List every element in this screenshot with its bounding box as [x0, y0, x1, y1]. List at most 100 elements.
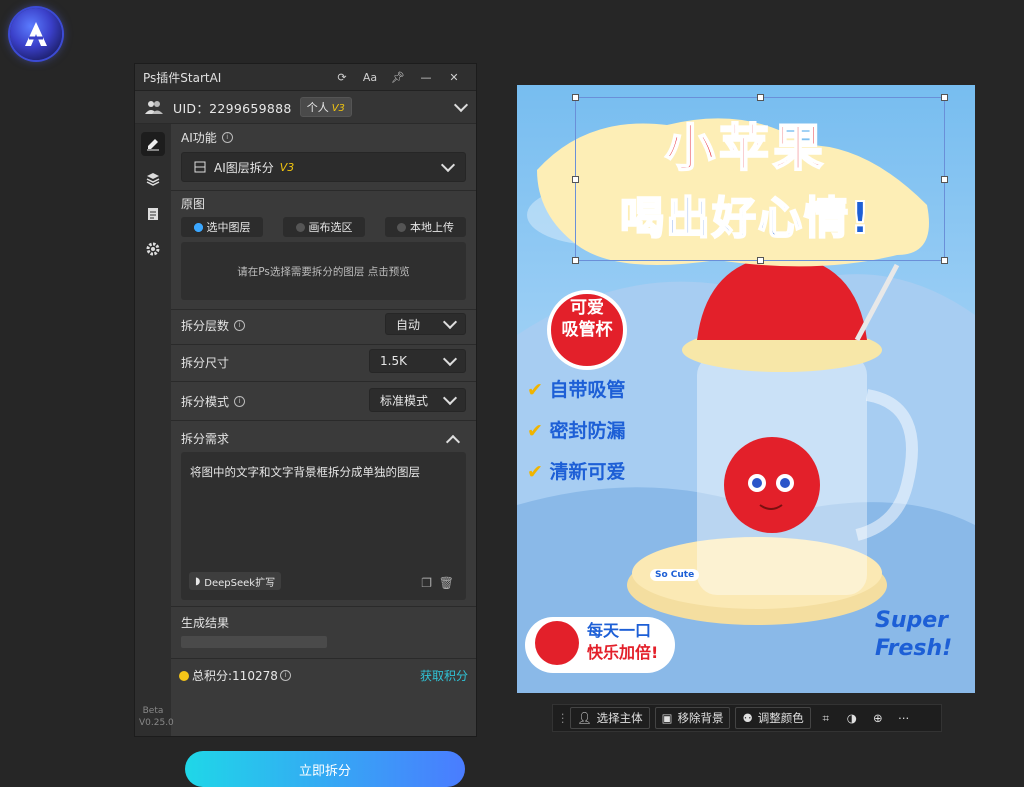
- feature-text: 自带吸管: [549, 379, 626, 401]
- chevron-down-icon: [442, 351, 458, 367]
- slogan-line1: Super: [875, 608, 949, 633]
- divider: [171, 381, 476, 382]
- poster-features: ✔ 自带吸管 ✔ 密封防漏 ✔ 清新可爱: [527, 370, 626, 493]
- deepseek-whale-icon: ◗: [195, 575, 201, 587]
- pin-icon[interactable]: 📌︎: [384, 71, 412, 84]
- chevron-down-icon: [440, 157, 456, 173]
- split-size-value: 1.5K: [380, 354, 407, 368]
- image-icon: ▣: [661, 711, 673, 725]
- slogan-line2: Fresh!: [875, 636, 953, 661]
- plugin-panel: Ps插件StartAI ⟳ Aa 📌︎ — ✕ UID：2299659888 个…: [134, 63, 477, 787]
- more-options-icon[interactable]: ⋯: [893, 711, 915, 725]
- split-mode-label-text: 拆分模式: [181, 395, 230, 409]
- split-size-dropdown[interactable]: 1.5K: [369, 349, 466, 373]
- sidebar-settings-gear-icon[interactable]: [141, 237, 165, 261]
- split-layers-label-text: 拆分层数: [181, 319, 230, 333]
- trash-icon[interactable]: 🗑︎: [439, 576, 454, 590]
- feature-row: ✔ 清新可爱: [527, 452, 626, 493]
- get-points-link[interactable]: 获取积分: [420, 667, 468, 684]
- refresh-icon[interactable]: ⟳: [328, 71, 356, 84]
- source-preview-area[interactable]: 请在Ps选择需要拆分的图层 点击预览: [181, 242, 466, 300]
- source-option-local-upload[interactable]: 本地上传: [385, 217, 466, 237]
- version-info: Beta V0.25.0: [139, 705, 174, 729]
- select-subject-button[interactable]: 👤︎ 选择主体: [570, 707, 650, 729]
- coin-icon: [179, 670, 189, 681]
- source-option-canvas-selection[interactable]: 画布选区: [283, 217, 365, 237]
- radio-checked-icon: [193, 222, 203, 232]
- divider: [171, 344, 476, 345]
- sidebar: [135, 124, 171, 736]
- feature-row: ✔ 密封防漏: [527, 411, 626, 452]
- split-layers-value: 自动: [396, 317, 421, 332]
- split-layers-dropdown[interactable]: 自动: [385, 313, 466, 335]
- points-display: 总积分:110278 i: [179, 667, 291, 684]
- startai-logo[interactable]: [10, 8, 62, 60]
- add-mask-icon[interactable]: ⊕: [867, 711, 889, 725]
- contrast-icon[interactable]: ◑: [841, 711, 863, 725]
- split-now-button[interactable]: 立即拆分: [185, 751, 465, 787]
- collapse-chevron-icon[interactable]: [445, 434, 461, 450]
- split-mode-dropdown[interactable]: 标准模式: [369, 388, 466, 412]
- info-icon[interactable]: i: [234, 396, 246, 407]
- font-size-icon[interactable]: Aa: [356, 71, 384, 84]
- divider: [171, 309, 476, 310]
- radio-icon: [397, 222, 406, 232]
- source-option-label: 本地上传: [410, 221, 454, 234]
- remove-background-label: 移除背景: [677, 711, 724, 725]
- drag-handle-icon[interactable]: ⋮: [557, 711, 569, 725]
- close-icon[interactable]: ✕: [440, 71, 468, 84]
- ai-function-dropdown[interactable]: AI图层拆分 V3: [181, 152, 466, 182]
- resize-handle[interactable]: [757, 257, 764, 264]
- info-icon[interactable]: i: [221, 132, 233, 143]
- sidebar-layers-icon[interactable]: [141, 167, 165, 191]
- source-option-label: 画布选区: [308, 221, 353, 234]
- info-icon[interactable]: i: [279, 670, 291, 681]
- resize-handle[interactable]: [941, 257, 948, 264]
- radio-icon: [295, 222, 305, 232]
- panel-title: Ps插件StartAI: [143, 70, 222, 85]
- user-bar[interactable]: UID：2299659888 个人 V3: [135, 91, 476, 124]
- result-label: 生成结果: [181, 616, 230, 630]
- source-option-selected-layer[interactable]: 选中图层: [181, 217, 263, 237]
- result-progress-bar: [181, 636, 327, 648]
- select-subject-label: 选择主体: [596, 711, 643, 725]
- tier-badge: 个人 V3: [299, 97, 352, 117]
- deepseek-expand-button[interactable]: ◗ DeepSeek扩写: [189, 572, 282, 590]
- bottom-line2: 快乐加倍!: [587, 643, 659, 662]
- adjust-color-button[interactable]: ⚉ 调整颜色: [735, 707, 811, 729]
- requirement-text: 将图中的文字和文字背景框拆分成单独的图层: [190, 465, 420, 479]
- requirement-label: 拆分需求: [181, 432, 230, 446]
- resize-handle[interactable]: [757, 94, 764, 101]
- resize-handle[interactable]: [941, 176, 948, 183]
- coaster-label: So Cute: [650, 569, 700, 581]
- info-icon[interactable]: i: [234, 320, 246, 331]
- minimize-icon[interactable]: —: [412, 71, 440, 84]
- ai-function-version: V3: [279, 160, 295, 174]
- resize-handle[interactable]: [572, 176, 579, 183]
- poster-badge: 可爱 吸管杯: [551, 297, 623, 341]
- remove-background-button[interactable]: ▣ 移除背景: [654, 707, 731, 729]
- beta-label: Beta: [142, 706, 164, 716]
- tier-label: 个人: [306, 101, 329, 114]
- resize-handle[interactable]: [941, 94, 948, 101]
- layer-selection-box[interactable]: [572, 94, 948, 264]
- check-icon: ✔: [527, 461, 550, 483]
- check-icon: ✔: [527, 379, 550, 401]
- requirement-textarea[interactable]: 将图中的文字和文字背景框拆分成单独的图层 ◗ DeepSeek扩写 ❐ 🗑︎: [181, 452, 466, 600]
- divider: [171, 190, 476, 191]
- resize-handle[interactable]: [572, 257, 579, 264]
- copy-icon[interactable]: ❐: [421, 576, 432, 590]
- check-icon: ✔: [527, 420, 550, 442]
- panel-titlebar: Ps插件StartAI ⟳ Aa 📌︎ — ✕: [135, 64, 476, 91]
- transform-icon[interactable]: ⌗: [815, 711, 837, 726]
- sidebar-document-icon[interactable]: [141, 202, 165, 226]
- panel-content: AI功能 i AI图层拆分 V3 原图 选中图层 画布选区 本地上传 请在Ps选择…: [171, 124, 476, 787]
- feature-text: 密封防漏: [549, 420, 626, 442]
- resize-handle[interactable]: [572, 94, 579, 101]
- users-icon: [145, 101, 163, 114]
- points-value: 总积分:110278: [192, 669, 278, 683]
- poster-bottom-text: 每天一口 快乐加倍!: [587, 620, 658, 664]
- person-icon: 👤︎: [577, 711, 592, 725]
- sidebar-edit-icon[interactable]: [141, 132, 165, 156]
- user-expand-chevron-icon[interactable]: [453, 97, 469, 113]
